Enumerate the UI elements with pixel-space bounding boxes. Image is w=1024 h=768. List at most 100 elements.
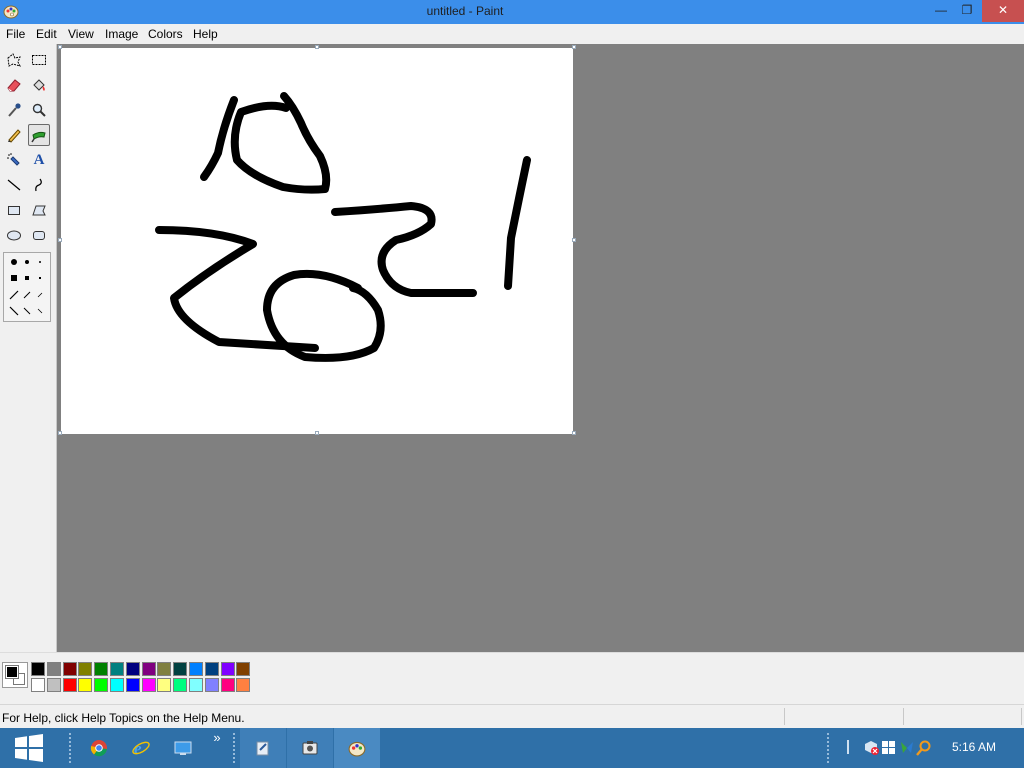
pen-input-icon[interactable] [847, 740, 849, 754]
menu-file[interactable]: File [6, 27, 25, 41]
free-form-select-tool[interactable] [3, 49, 25, 71]
menu-help[interactable]: Help [193, 27, 218, 41]
menu-edit[interactable]: Edit [36, 27, 57, 41]
color-swatch[interactable] [189, 678, 203, 692]
color-swatch[interactable] [31, 678, 45, 692]
color-swatch[interactable] [63, 662, 77, 676]
brush-slash-large[interactable] [9, 290, 19, 300]
color-swatch[interactable] [47, 678, 61, 692]
menu-colors[interactable]: Colors [148, 27, 183, 41]
magnifier-tool[interactable] [28, 99, 50, 121]
menu-bar: File Edit View Image Colors Help [0, 24, 1024, 44]
system-tray [862, 738, 938, 758]
pencil-tool[interactable] [3, 124, 25, 146]
color-swatch[interactable] [78, 662, 92, 676]
text-tool[interactable]: A [28, 149, 50, 171]
start-button[interactable] [0, 728, 58, 768]
minimize-button[interactable]: — [928, 0, 954, 22]
brush-round-small[interactable] [39, 261, 41, 263]
status-divider [903, 708, 904, 725]
color-swatch[interactable] [236, 662, 250, 676]
rounded-rectangle-tool[interactable] [28, 224, 50, 246]
select-tool[interactable] [28, 49, 50, 71]
brush-square-small[interactable] [39, 277, 41, 279]
brush-slash-small[interactable] [37, 292, 43, 298]
color-swatch[interactable] [110, 678, 124, 692]
color-swatch[interactable] [221, 678, 235, 692]
color-swatch[interactable] [157, 662, 171, 676]
ellipse-icon [7, 230, 21, 241]
color-swatch[interactable] [31, 662, 45, 676]
color-swatch[interactable] [126, 662, 140, 676]
brush-round-medium[interactable] [25, 260, 29, 264]
color-box [0, 652, 1024, 704]
color-swatch[interactable] [157, 678, 171, 692]
taskbar-app-button[interactable] [240, 728, 286, 768]
color-swatch[interactable] [236, 678, 250, 692]
color-swatch[interactable] [63, 678, 77, 692]
show-more-icon[interactable]: » [208, 728, 226, 768]
color-swatch[interactable] [173, 678, 187, 692]
color-swatch[interactable] [142, 662, 156, 676]
polygon-tool[interactable] [28, 199, 50, 221]
security-icon[interactable] [901, 742, 913, 753]
color-swatch[interactable] [47, 662, 61, 676]
show-desktop-button[interactable] [166, 728, 200, 768]
brush-square-large[interactable] [11, 275, 17, 281]
resize-handle-corner[interactable] [572, 431, 576, 435]
color-swatch[interactable] [205, 662, 219, 676]
color-swatch[interactable] [94, 662, 108, 676]
color-swatch[interactable] [189, 662, 203, 676]
ellipse-tool[interactable] [3, 224, 25, 246]
resize-handle-right[interactable] [572, 238, 576, 242]
action-center-icon[interactable] [865, 741, 879, 755]
menu-view[interactable]: View [68, 27, 94, 41]
brush-square-medium[interactable] [25, 276, 29, 280]
color-swatch[interactable] [221, 662, 235, 676]
color-swatch[interactable] [173, 662, 187, 676]
internet-explorer-button[interactable]: e [124, 728, 158, 768]
clock[interactable]: 5:16 AM [944, 740, 1004, 754]
internet-explorer-icon: e [132, 739, 150, 758]
brush-backslash-medium[interactable] [23, 307, 31, 315]
magnifier-icon [32, 103, 46, 117]
rectangle-icon [8, 206, 20, 215]
current-colors[interactable] [2, 662, 28, 688]
color-swatch[interactable] [205, 678, 219, 692]
pick-color-tool[interactable] [3, 99, 25, 121]
maximize-button[interactable]: ❐ [954, 0, 980, 22]
color-swatch[interactable] [142, 678, 156, 692]
color-swatch[interactable] [126, 678, 140, 692]
color-swatch[interactable] [94, 678, 108, 692]
network-icon[interactable] [882, 741, 895, 754]
stroke-digit-1 [200, 96, 238, 181]
color-swatch[interactable] [78, 678, 92, 692]
brush-round-large[interactable] [11, 259, 17, 265]
close-button[interactable]: ✕ [982, 0, 1024, 22]
brush-slash-medium[interactable] [23, 291, 31, 299]
resize-handle-bottom[interactable] [315, 431, 319, 435]
camera-app-icon [302, 741, 318, 755]
brush-backslash-large[interactable] [9, 306, 19, 316]
search-tray-icon[interactable] [916, 740, 931, 756]
status-divider [784, 708, 785, 725]
brush-icon [31, 131, 46, 143]
brush-backslash-small[interactable] [37, 308, 43, 314]
eraser-icon [7, 79, 21, 92]
paint-app-icon [348, 741, 366, 757]
drawing-canvas[interactable] [61, 48, 573, 434]
taskbar-paint-button[interactable] [334, 728, 380, 768]
select-icon [32, 55, 46, 65]
eraser-tool[interactable] [3, 74, 25, 96]
fill-with-color-tool[interactable] [28, 74, 50, 96]
menu-image[interactable]: Image [105, 27, 138, 41]
airbrush-tool[interactable] [3, 149, 25, 171]
chrome-button[interactable] [82, 728, 116, 768]
free-form-select-icon [7, 53, 21, 67]
color-swatch[interactable] [110, 662, 124, 676]
line-tool[interactable] [3, 174, 25, 196]
rectangle-tool[interactable] [3, 199, 25, 221]
taskbar-camera-button[interactable] [287, 728, 333, 768]
brush-tool[interactable] [28, 124, 50, 146]
curve-tool[interactable] [28, 174, 50, 196]
